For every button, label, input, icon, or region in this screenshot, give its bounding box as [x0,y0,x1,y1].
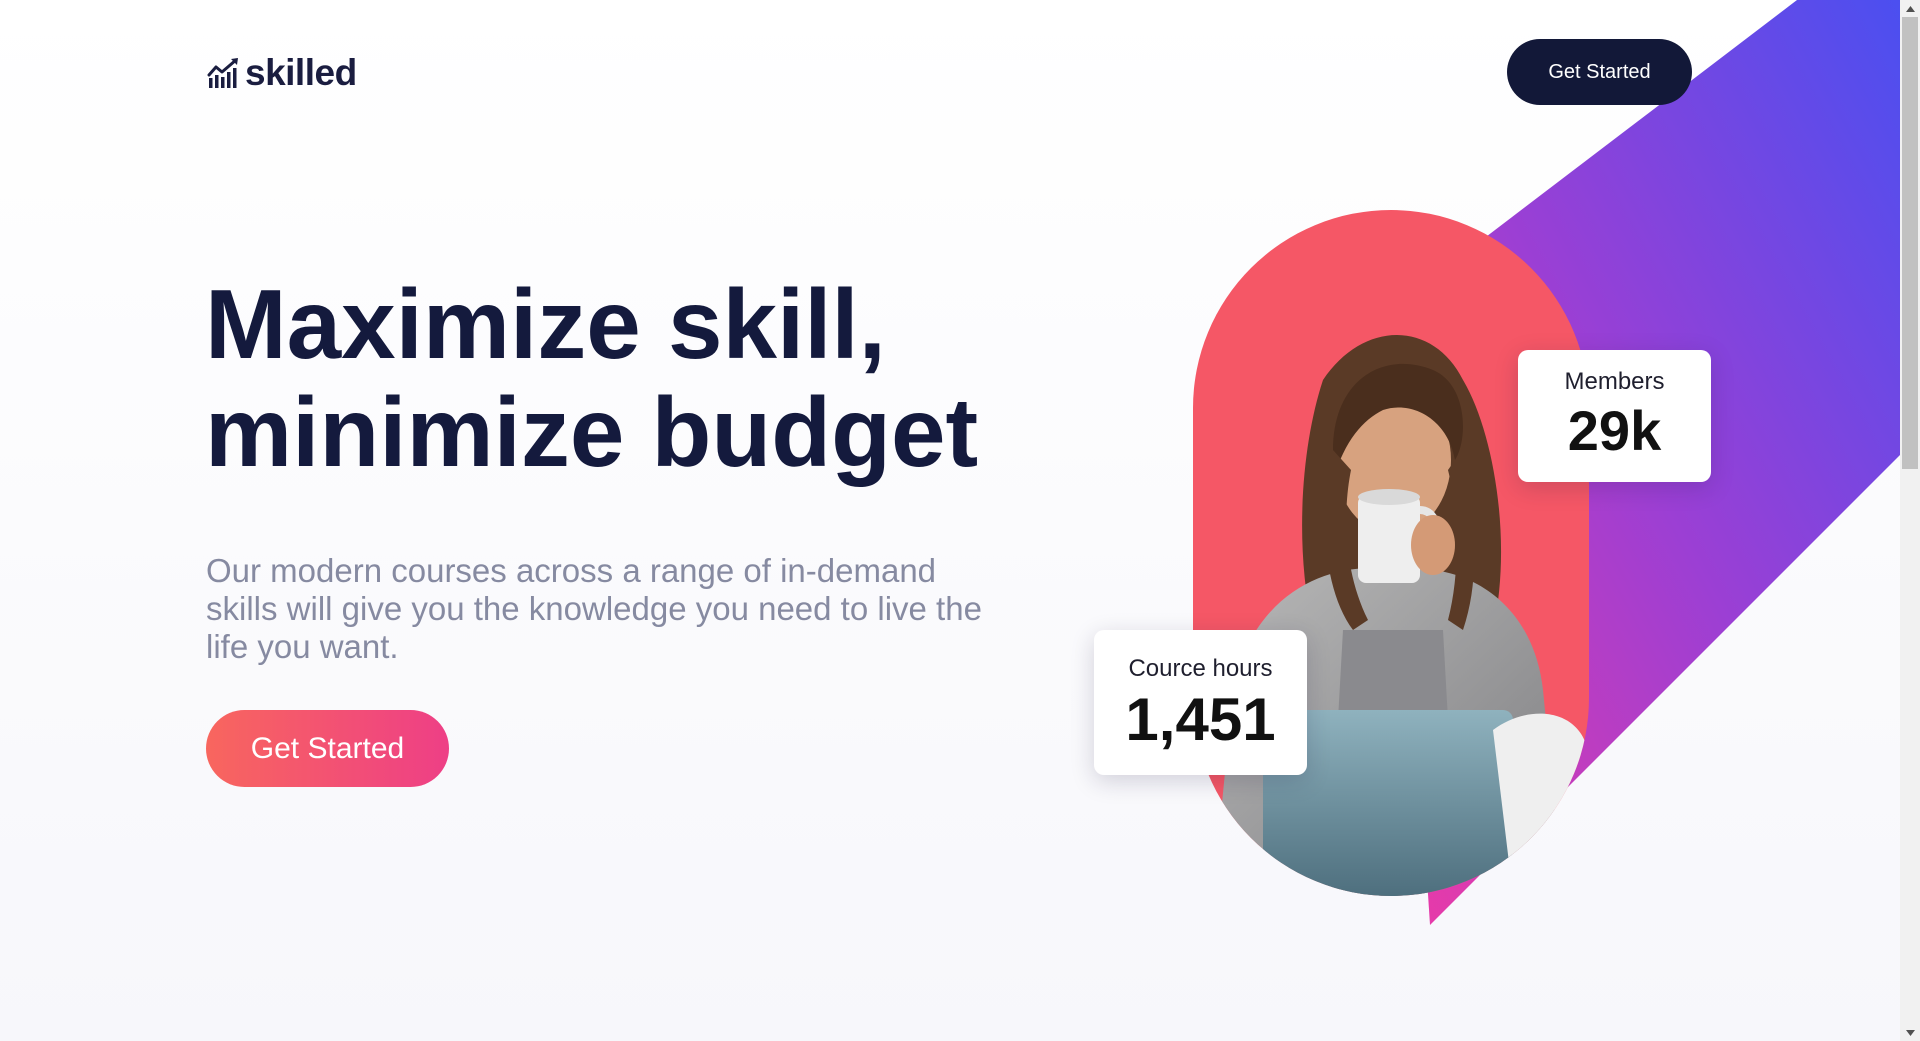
scrollbar-thumb[interactable] [1902,17,1918,469]
hero-description: Our modern courses across a range of in-… [206,552,982,665]
members-stat-card: Members 29k [1518,350,1711,482]
brand-logo[interactable]: skilled [207,52,357,94]
course-hours-label: Cource hours [1128,655,1273,682]
hero-title-line-2: minimize budget [205,377,979,487]
decorative-gradient-band [1390,0,1900,925]
hero-title: Maximize skill, minimize budget [205,270,1065,486]
hero-photo [1193,210,1589,896]
logo-text: skilled [245,52,357,93]
scroll-up-arrow-icon[interactable] [1900,0,1920,17]
hero-title-line-1: Maximize skill, [205,269,886,379]
hero-get-started-button[interactable]: Get Started [206,710,449,787]
landing-page: skilled Get Started Maximize skill, mini… [0,0,1920,1041]
members-value: 29k [1567,399,1662,462]
course-hours-value: 1,451 [1125,686,1276,753]
members-label: Members [1564,368,1665,395]
course-hours-stat-card: Cource hours 1,451 [1094,630,1307,775]
scroll-down-arrow-icon[interactable] [1900,1024,1920,1041]
chart-growth-icon [207,58,238,88]
vertical-scrollbar[interactable] [1900,0,1920,1041]
header-get-started-button[interactable]: Get Started [1507,39,1692,105]
